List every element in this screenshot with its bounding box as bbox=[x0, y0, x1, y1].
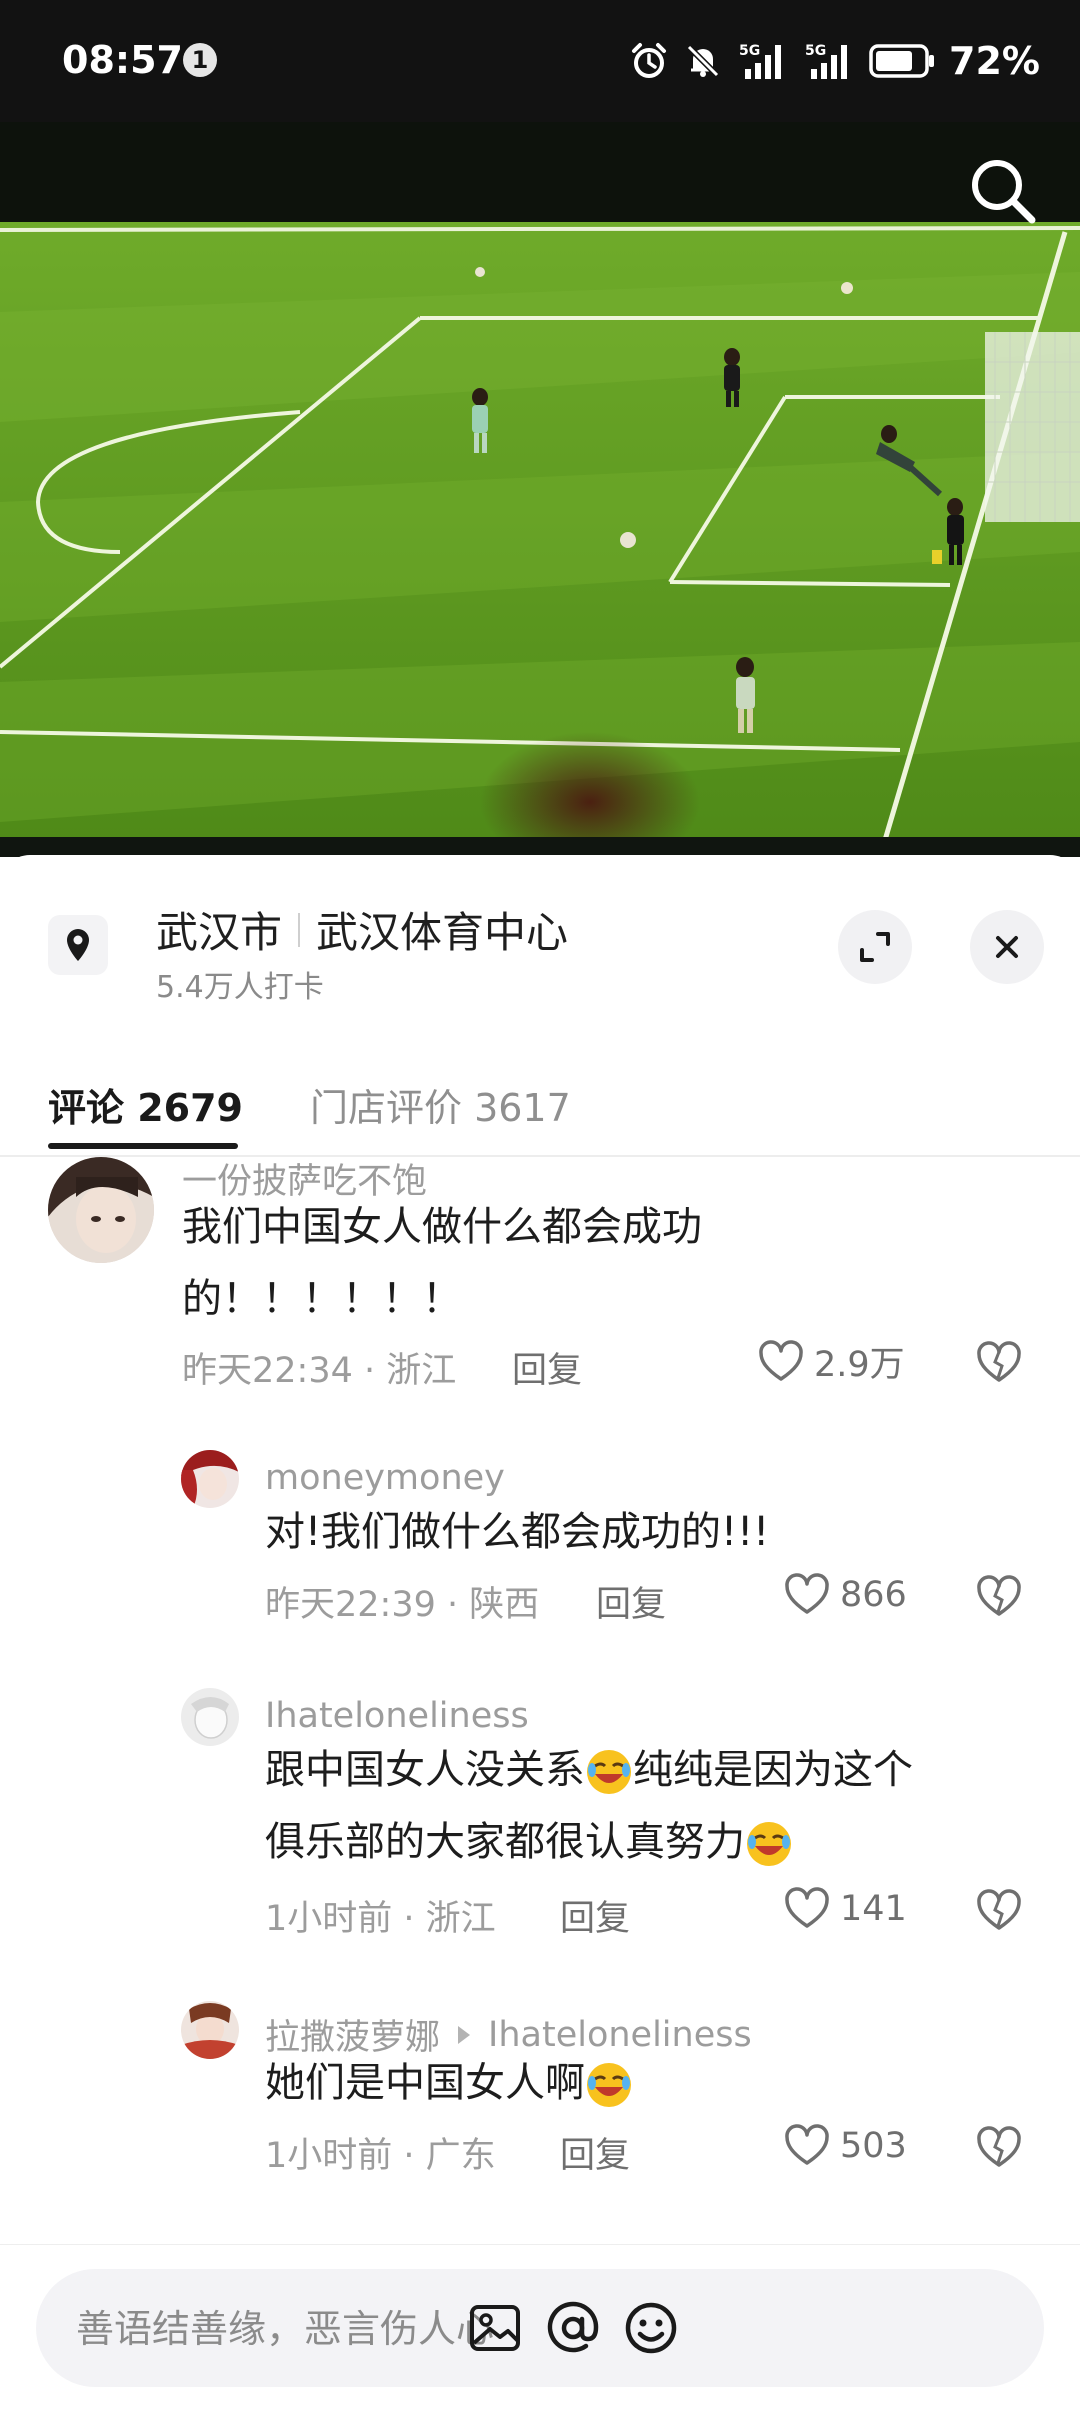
battery-percent: 72% bbox=[949, 39, 1040, 83]
reply-meta: 昨天22:39 · 陕西 bbox=[265, 1585, 540, 1625]
mention-icon[interactable] bbox=[540, 2295, 606, 2361]
reply-meta: 1小时前 · 广东 bbox=[265, 2136, 496, 2176]
reply-text-part: 纯纯是因为这个 bbox=[633, 1747, 913, 1793]
tab-comments[interactable]: 评论 2679 bbox=[48, 1077, 243, 1132]
search-icon[interactable] bbox=[966, 154, 1038, 226]
reply-username[interactable]: moneymoney bbox=[265, 1458, 505, 1498]
comments-sheet: 武汉市 武汉体育中心 5.4万人打卡 评论 2679 门店评价 3617 一份披… bbox=[0, 855, 1080, 2412]
laughing-crying-emoji-icon bbox=[587, 1750, 631, 1794]
football-pitch-image bbox=[0, 122, 1080, 857]
location-pin-icon bbox=[48, 915, 108, 975]
reply-text: 跟中国女人没关系 纯纯是因为这个 俱乐部的大家都很认真努力 bbox=[265, 1734, 1045, 1878]
reply-text-part: 跟中国女人没关系 bbox=[265, 1747, 585, 1793]
heart-icon bbox=[785, 1887, 829, 1928]
comment-input-bar bbox=[0, 2244, 1080, 2413]
signal-5g-icon: 5G bbox=[739, 43, 782, 79]
tab-bar: 评论 2679 门店评价 3617 bbox=[0, 1055, 1080, 1157]
alarm-icon bbox=[632, 43, 667, 78]
like-count: 866 bbox=[840, 1575, 907, 1615]
like-button[interactable]: 866 bbox=[782, 1570, 907, 1620]
comment-text: 我们中国女人做什么都会成功 的！！！！！！ bbox=[182, 1191, 982, 1335]
location-venue: 武汉体育中心 bbox=[316, 908, 569, 957]
like-count: 141 bbox=[840, 1889, 907, 1929]
reply-meta: 1小时前 · 浙江 bbox=[265, 1899, 496, 1939]
reply-text-part: 俱乐部的大家都很认真努力 bbox=[265, 1819, 745, 1865]
dislike-heart-icon[interactable] bbox=[974, 1886, 1024, 1936]
like-button[interactable]: 141 bbox=[782, 1884, 907, 1934]
title-separator bbox=[298, 912, 301, 947]
close-button[interactable] bbox=[970, 910, 1044, 984]
heart-icon bbox=[785, 1573, 829, 1614]
emoji-icon[interactable] bbox=[618, 2295, 684, 2361]
reply-button[interactable]: 回复 bbox=[560, 1890, 630, 1941]
reply-text-line: 跟中国女人没关系 纯纯是因为这个 bbox=[265, 1734, 1045, 1806]
dislike-heart-icon[interactable] bbox=[974, 2123, 1024, 2173]
avatar[interactable] bbox=[48, 1157, 154, 1263]
checkin-count: 5.4万人打卡 bbox=[156, 970, 324, 1005]
comment-input-container[interactable] bbox=[36, 2269, 1044, 2387]
like-button[interactable]: 503 bbox=[782, 2121, 907, 2171]
avatar[interactable] bbox=[181, 1450, 239, 1508]
dislike-heart-icon[interactable] bbox=[974, 1572, 1024, 1622]
comment-text-line: 我们中国女人做什么都会成功 bbox=[182, 1204, 702, 1250]
close-icon bbox=[996, 936, 1018, 958]
status-time: 08:57 bbox=[62, 38, 183, 82]
location-city: 武汉市 bbox=[156, 908, 283, 957]
like-button[interactable]: 2.9万 bbox=[756, 1336, 905, 1387]
reply-button[interactable]: 回复 bbox=[512, 1342, 582, 1393]
like-count: 2.9万 bbox=[814, 1345, 905, 1385]
heart-icon bbox=[785, 2124, 829, 2165]
video-player[interactable] bbox=[0, 122, 1080, 857]
location-title[interactable]: 武汉市 武汉体育中心 bbox=[156, 899, 568, 960]
like-count: 503 bbox=[840, 2126, 907, 2166]
reply-text-part: 她们是中国女人啊 bbox=[265, 2060, 585, 2106]
svg-text:5G: 5G bbox=[805, 43, 826, 59]
heart-icon bbox=[759, 1339, 803, 1381]
notification-count-badge: 1 bbox=[183, 43, 217, 77]
comment-meta: 昨天22:34 · 浙江 bbox=[182, 1351, 457, 1391]
battery-icon bbox=[869, 44, 935, 78]
reply-text: 对!我们做什么都会成功的!!! bbox=[265, 1509, 770, 1555]
reply-button[interactable]: 回复 bbox=[560, 2127, 630, 2178]
avatar[interactable] bbox=[181, 2001, 239, 2059]
active-tab-indicator bbox=[48, 1143, 238, 1149]
reply-item: moneymoney 对!我们做什么都会成功的!!! 昨天22:39 · 陕西 … bbox=[0, 1450, 1080, 1650]
status-bar: 08:57 1 5G 5G 72% bbox=[0, 0, 1080, 122]
reply-text: 她们是中国女人啊 bbox=[265, 2047, 1025, 2119]
expand-button[interactable] bbox=[838, 910, 912, 984]
laughing-crying-emoji-icon bbox=[747, 1822, 791, 1866]
image-icon[interactable] bbox=[462, 2295, 528, 2361]
expand-icon bbox=[860, 932, 890, 962]
comment-item: 一份披萨吃不饱 我们中国女人做什么都会成功 的！！！！！！ 昨天22:34 · … bbox=[0, 1155, 1080, 1425]
signal-5g-icon: 5G bbox=[805, 43, 848, 79]
reply-button[interactable]: 回复 bbox=[596, 1576, 666, 1627]
reply-item: 拉撒菠萝娜 Ihateloneliness 她们是中国女人啊 1小时前 · 广东… bbox=[0, 2001, 1080, 2201]
dislike-heart-icon[interactable] bbox=[974, 1338, 1024, 1388]
mute-icon bbox=[686, 44, 720, 78]
reply-text-line: 俱乐部的大家都很认真努力 bbox=[265, 1806, 1045, 1878]
svg-text:5G: 5G bbox=[739, 43, 760, 59]
status-icons: 5G 5G 72% bbox=[629, 36, 1040, 86]
laughing-crying-emoji-icon bbox=[587, 2063, 631, 2107]
reply-arrow-icon bbox=[458, 2025, 471, 2044]
reply-item: Ihateloneliness 跟中国女人没关系 纯纯是因为这个 俱乐部的大家都很… bbox=[0, 1688, 1080, 1958]
avatar[interactable] bbox=[181, 1688, 239, 1746]
tab-store-reviews[interactable]: 门店评价 3617 bbox=[310, 1077, 571, 1132]
reply-username[interactable]: Ihateloneliness bbox=[265, 1696, 529, 1736]
comment-text-line: 的！！！！！！ bbox=[182, 1276, 462, 1322]
